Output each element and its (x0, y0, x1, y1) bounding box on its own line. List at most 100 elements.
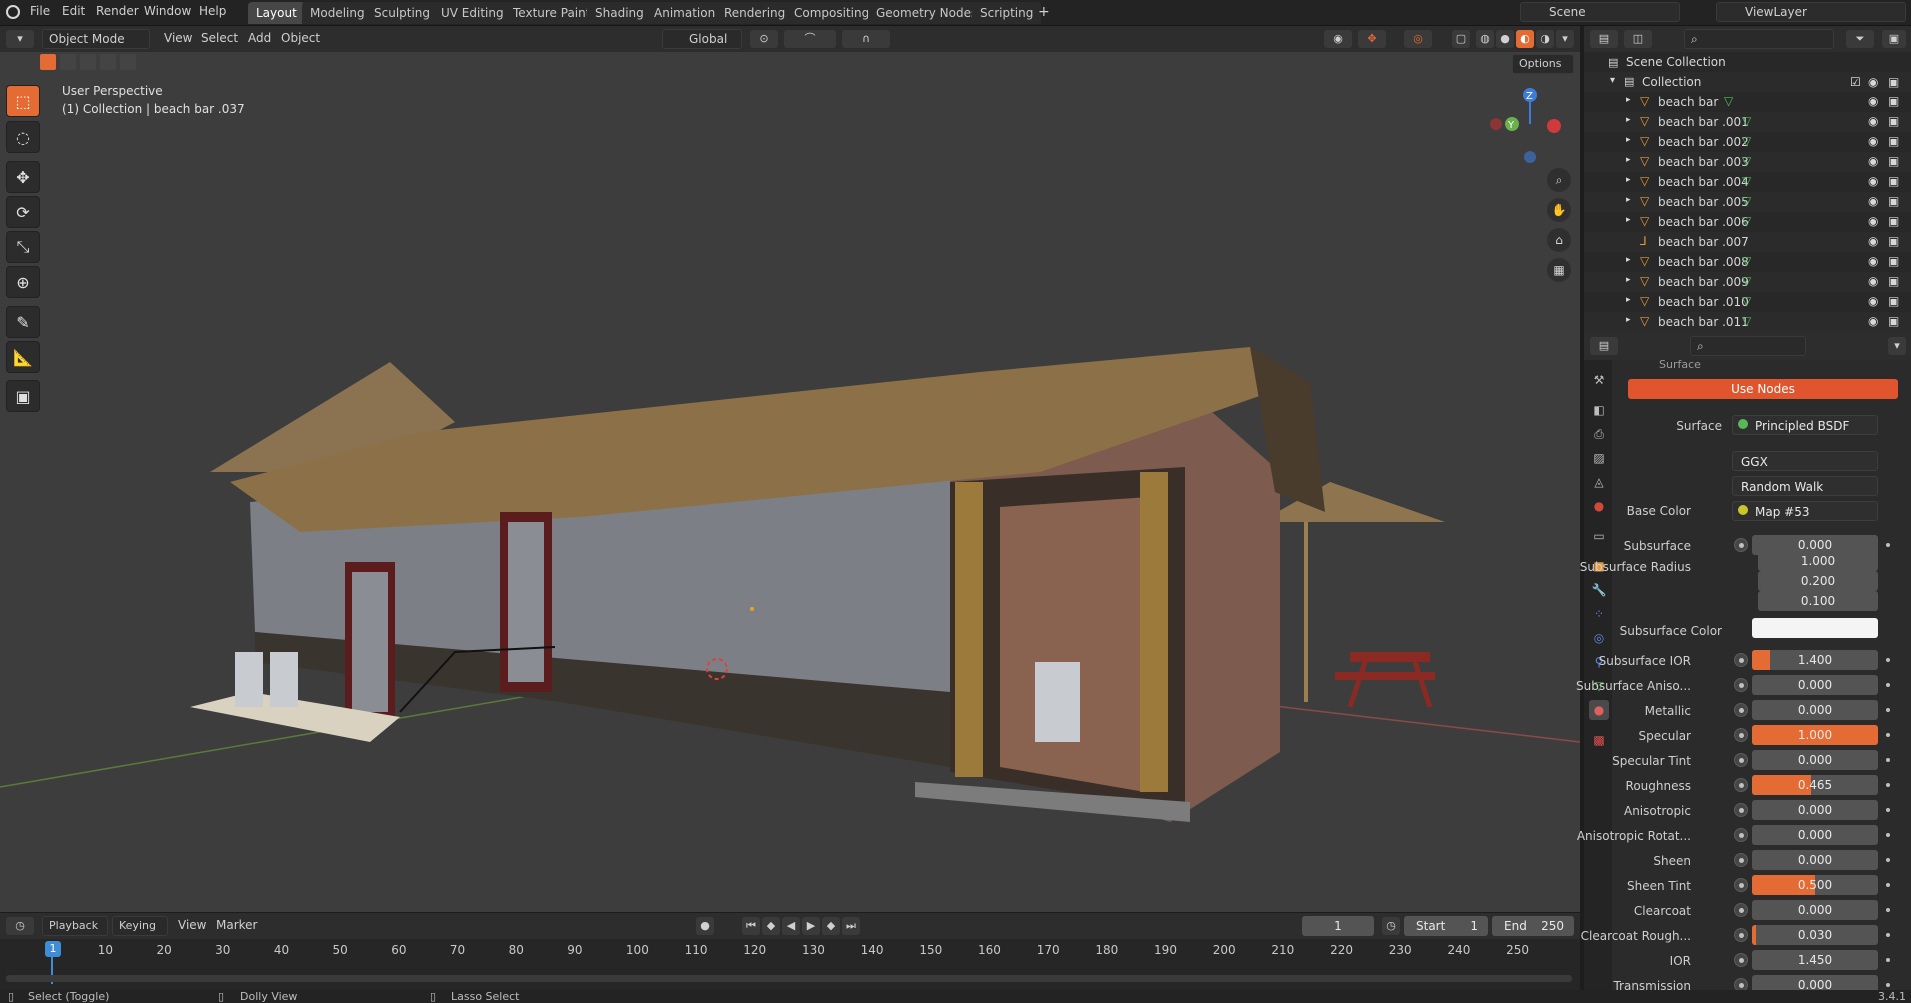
mesh-data-icon[interactable]: ▽ (1742, 154, 1751, 168)
camera-icon[interactable]: ▣ (1888, 75, 1899, 89)
overlay-toggle-icon[interactable]: ◎ (1404, 30, 1432, 48)
outliner-item[interactable]: ▸ ▽ beach bar .001 ▽ ◉ ▣ (1584, 112, 1911, 132)
record-icon[interactable]: ● (696, 917, 714, 935)
outliner-search[interactable]: ⌕ (1684, 29, 1834, 49)
playback-menu[interactable]: Playback (42, 916, 108, 936)
viewlayer-selector[interactable]: ViewLayer (1716, 2, 1906, 22)
expand-icon[interactable]: ▸ (1626, 275, 1631, 285)
select-extend-icon[interactable] (60, 54, 76, 70)
shader-prop-slider[interactable]: 0.000 (1752, 825, 1878, 845)
shader-prop-slider[interactable]: 0.000 (1752, 700, 1878, 720)
keyframe-dot-icon[interactable] (1886, 958, 1890, 962)
zoom-icon[interactable]: ⌕ (1547, 168, 1571, 192)
socket-link-icon[interactable] (1734, 753, 1748, 767)
subsurface-radius-z[interactable]: 0.100 (1758, 591, 1878, 611)
add-workspace-icon[interactable]: + (1038, 4, 1050, 20)
tab-scripting[interactable]: Scripting (972, 2, 1042, 24)
transform-tool-icon[interactable]: ⊕ (6, 266, 40, 298)
prev-keyframe-icon[interactable]: ◆ (762, 917, 780, 935)
eye-icon[interactable]: ◉ (1868, 174, 1878, 188)
proportional-icon[interactable]: ∩ (842, 30, 890, 48)
eye-icon[interactable]: ◉ (1868, 214, 1878, 228)
mode-selector[interactable]: Object Mode (42, 29, 150, 49)
outliner-item[interactable]: ⅃ beach bar .007 ◉ ▣ (1584, 232, 1911, 252)
annotate-tool-icon[interactable]: ✎ (6, 306, 40, 338)
mesh-data-icon[interactable]: ▽ (1742, 214, 1751, 228)
play-reverse-icon[interactable]: ◀ (782, 917, 800, 935)
tab-animation[interactable]: Animation (646, 2, 724, 24)
shader-prop-slider[interactable]: 0.000 (1752, 850, 1878, 870)
play-icon[interactable]: ▶ (802, 917, 820, 935)
view-layer-tab-icon[interactable]: ▨ (1589, 448, 1609, 468)
shader-prop-slider[interactable]: 0.000 (1752, 900, 1878, 920)
socket-link-icon[interactable] (1734, 953, 1748, 967)
xray-icon[interactable]: ▢ (1452, 30, 1470, 48)
tab-compositing[interactable]: Compositing (786, 2, 878, 24)
camera-icon[interactable]: ▣ (1888, 154, 1899, 168)
socket-link-icon[interactable] (1734, 903, 1748, 917)
mesh-data-icon[interactable]: ▽ (1742, 174, 1751, 188)
select-box-tool-icon[interactable]: ⬚ (6, 85, 40, 117)
add-cube-tool-icon[interactable]: ▣ (6, 380, 40, 412)
filter-icon[interactable]: ⏷ (1846, 30, 1874, 48)
end-frame-field[interactable]: End 250 (1492, 916, 1574, 936)
wireframe-shading-icon[interactable]: ◍ (1476, 30, 1494, 48)
expand-icon[interactable]: ▸ (1626, 115, 1631, 125)
shader-prop-slider[interactable]: 1.000 (1752, 725, 1878, 745)
eye-icon[interactable]: ◉ (1868, 75, 1878, 89)
expand-icon[interactable]: ▸ (1626, 295, 1631, 305)
distribution-dropdown[interactable]: GGX (1732, 451, 1878, 471)
tab-texture-paint[interactable]: Texture Paint (505, 2, 599, 24)
measure-tool-icon[interactable]: 📐 (6, 341, 40, 373)
outliner-editor-icon[interactable]: ▤ (1590, 30, 1618, 48)
select-invert-icon[interactable] (100, 54, 116, 70)
gizmo-toggle-icon[interactable]: ✥ (1358, 30, 1386, 48)
mesh-data-icon[interactable]: ▽ (1742, 294, 1751, 308)
keyframe-dot-icon[interactable] (1886, 683, 1890, 687)
current-frame-field[interactable]: 1 (1302, 916, 1374, 936)
camera-icon[interactable]: ▣ (1888, 234, 1899, 248)
tab-shading[interactable]: Shading (587, 2, 652, 24)
outliner-item[interactable]: ▸ ▽ beach bar .010 ▽ ◉ ▣ (1584, 292, 1911, 312)
solid-shading-icon[interactable]: ● (1496, 30, 1514, 48)
playhead-frame[interactable]: 1 (45, 941, 61, 957)
eye-icon[interactable]: ◉ (1868, 254, 1878, 268)
viewport-menu-select[interactable]: Select (201, 31, 238, 45)
eye-icon[interactable]: ◉ (1868, 194, 1878, 208)
expand-icon[interactable]: ▸ (1626, 135, 1631, 145)
material-shading-icon[interactable]: ◐ (1516, 30, 1534, 48)
base-color-selector[interactable]: Map #53 (1732, 501, 1878, 521)
options-button[interactable]: Options (1512, 54, 1574, 74)
camera-view-icon[interactable]: ⌂ (1547, 228, 1571, 252)
expand-icon[interactable]: ▸ (1626, 255, 1631, 265)
mesh-data-icon[interactable]: ▽ (1724, 94, 1733, 108)
next-keyframe-icon[interactable]: ◆ (822, 917, 840, 935)
socket-link-icon[interactable] (1734, 928, 1748, 942)
timeline[interactable]: 1 10 20 30 40 50 60 70 80 90 100 110 120 130 140 150 16… (0, 939, 1580, 990)
viewport-menu-add[interactable]: Add (248, 31, 271, 45)
keyframe-dot-icon[interactable] (1886, 883, 1890, 887)
new-collection-icon[interactable]: ▣ (1882, 30, 1906, 48)
snap-icon[interactable]: ⌒ (784, 30, 836, 48)
eye-icon[interactable]: ◉ (1868, 294, 1878, 308)
shader-prop-slider[interactable]: 0.000 (1752, 535, 1878, 555)
outliner-item[interactable]: ▸ ▽ beach bar .005 ▽ ◉ ▣ (1584, 192, 1911, 212)
eye-icon[interactable]: ◉ (1868, 234, 1878, 248)
select-new-icon[interactable] (40, 54, 56, 70)
keyframe-dot-icon[interactable] (1886, 543, 1890, 547)
tab-layout[interactable]: Layout (248, 2, 305, 24)
blender-logo-icon[interactable] (6, 5, 20, 19)
keying-menu[interactable]: Keying (112, 916, 168, 936)
menu-edit[interactable]: Edit (62, 4, 85, 18)
properties-options-icon[interactable]: ▾ (1888, 337, 1906, 355)
select-intersect-icon[interactable] (120, 54, 136, 70)
scale-tool-icon[interactable]: ⤡ (6, 231, 40, 263)
outliner-item[interactable]: ▸ ▽ beach bar ▽ ◉ ▣ (1584, 92, 1911, 112)
expand-icon[interactable]: ▸ (1626, 155, 1631, 165)
jump-end-icon[interactable]: ⏭ (842, 917, 860, 935)
expand-icon[interactable]: ▾ (1610, 75, 1615, 86)
camera-icon[interactable]: ▣ (1888, 214, 1899, 228)
menu-help[interactable]: Help (199, 4, 226, 18)
camera-icon[interactable]: ▣ (1888, 174, 1899, 188)
display-mode-icon[interactable]: ◫ (1624, 30, 1652, 48)
